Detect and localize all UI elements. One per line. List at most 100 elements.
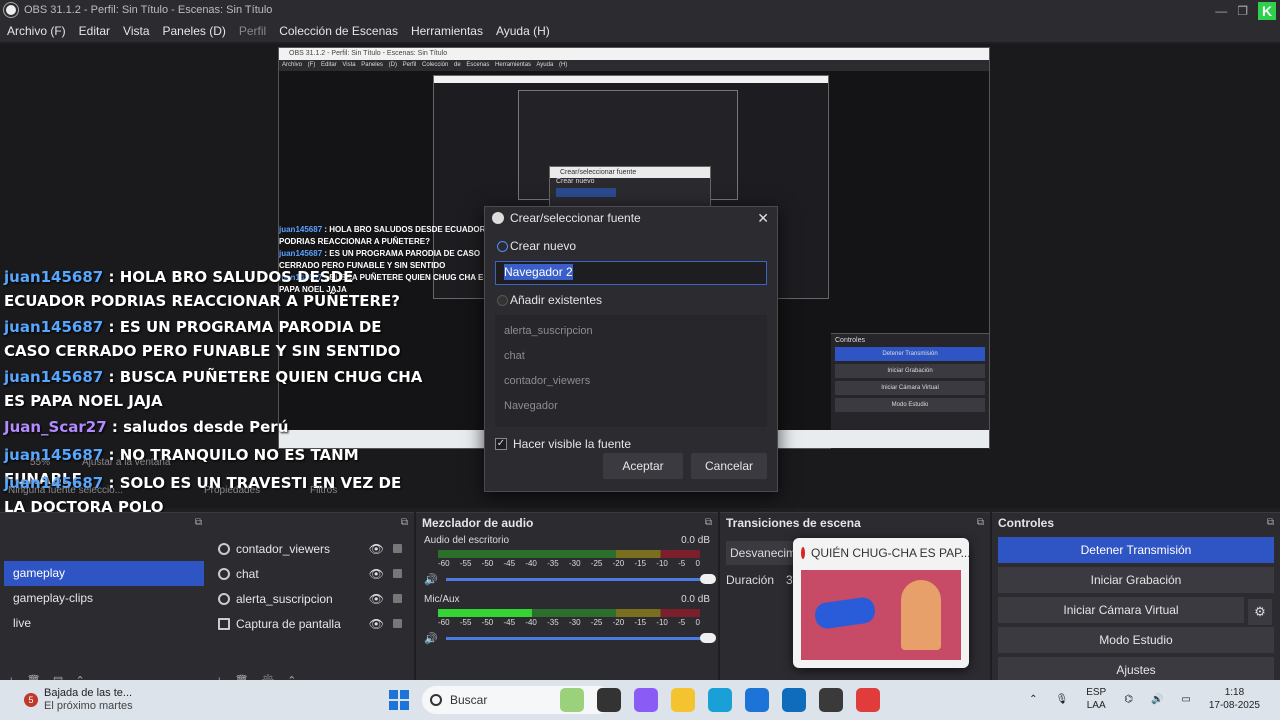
start-virtual-camera-button[interactable]: Iniciar Cámara Virtual <box>998 597 1244 623</box>
news-widget[interactable]: 5 Bajada de las te... El próximo martes <box>24 687 224 713</box>
source-name-input[interactable]: Navegador 2 <box>495 261 767 285</box>
add-existing-label: Añadir existentes <box>510 293 603 307</box>
fit-window[interactable]: Ajustar a la ventana <box>82 457 170 468</box>
dock-undock-icon[interactable]: ⧉ <box>401 513 408 533</box>
scene-item-gameplay-clips[interactable]: gameplay-clips <box>4 586 204 611</box>
volume-slider[interactable] <box>446 633 716 643</box>
visibility-icon[interactable]: 👁 <box>369 542 384 556</box>
source-item[interactable]: chat 👁 <box>208 561 414 586</box>
dock-undock-icon[interactable]: ⧉ <box>705 513 712 533</box>
dock-undock-icon[interactable]: ⧉ <box>1267 513 1274 533</box>
zoom-level[interactable]: 55% <box>30 457 50 468</box>
duration-value[interactable]: 3 <box>786 573 793 587</box>
create-new-option[interactable]: Crear nuevo <box>497 239 777 253</box>
dialog-title: Crear/seleccionar fuente <box>510 211 641 225</box>
source-item[interactable]: alerta_suscripcion 👁 <box>208 586 414 611</box>
news-subtitle: El próximo martes <box>44 700 133 712</box>
lock-icon[interactable] <box>393 619 402 628</box>
menu-coleccion-escenas[interactable]: Colección de Escenas <box>279 24 398 38</box>
make-visible-checkbox[interactable]: ✓ <box>495 438 507 450</box>
add-existing-radio[interactable] <box>497 294 508 306</box>
volume-slider[interactable] <box>446 574 716 584</box>
menu-paneles[interactable]: Paneles (D) <box>163 24 226 38</box>
channel-name: Audio del escritorio <box>424 535 510 546</box>
minimize-icon[interactable]: — <box>1215 4 1227 18</box>
existing-source-item[interactable]: Navegador <box>495 394 767 419</box>
close-icon[interactable]: ✕ <box>757 210 769 227</box>
channel-db: 0.0 dB <box>681 594 710 605</box>
existing-source-item[interactable]: alerta_suscripcion <box>495 319 767 344</box>
menu-perfil[interactable]: Perfil <box>239 24 266 38</box>
visibility-icon[interactable]: 👁 <box>369 567 384 581</box>
display-capture-icon <box>218 617 230 630</box>
filters-button[interactable]: Filtros <box>310 485 337 496</box>
visibility-icon[interactable]: 👁 <box>369 592 384 606</box>
obs-logo-icon <box>4 3 18 17</box>
copilot-icon[interactable] <box>634 688 658 712</box>
meter-ticks: -60 -55 -50 -45 -40 -35 -30 -25 -20 -15 -10 -5 0 <box>438 618 700 627</box>
volume-slider-handle[interactable] <box>700 633 716 643</box>
meter-ticks: -60 -55 -50 -45 -40 -35 -30 -25 -20 -15 -10 -5 0 <box>438 559 700 568</box>
stop-streaming-button[interactable]: Detener Transmisión <box>998 537 1274 563</box>
battery-icon[interactable]: ▭ <box>1181 694 1190 705</box>
gear-icon[interactable]: ⚙ <box>1248 599 1272 625</box>
window-titlebar: OBS 31.1.2 - Perfil: Sin Título - Escena… <box>0 0 1280 20</box>
create-new-radio[interactable] <box>497 240 508 252</box>
speaker-icon[interactable]: 🔊 <box>424 632 438 645</box>
menu-archivo[interactable]: Archivo (F) <box>7 24 66 38</box>
menu-herramientas[interactable]: Herramientas <box>411 24 483 38</box>
lock-icon[interactable] <box>393 544 402 553</box>
properties-button[interactable]: Propiedades <box>204 485 260 496</box>
outlook-icon[interactable] <box>782 688 806 712</box>
speaker-icon[interactable]: 🔊 <box>424 573 438 586</box>
edge-icon[interactable] <box>708 688 732 712</box>
browser-source-icon <box>218 592 230 605</box>
language-indicator[interactable]: ESP LAA <box>1086 686 1106 712</box>
opera-taskbar-icon[interactable] <box>856 688 880 712</box>
news-badge-icon: 5 <box>24 693 38 707</box>
scene-item-live[interactable]: live <box>4 611 204 636</box>
network-icon[interactable]: ⌬ <box>1124 694 1133 705</box>
dock-undock-icon[interactable]: ⧉ <box>977 513 984 533</box>
windows-start-icon[interactable] <box>389 690 409 710</box>
scene-item-gameplay[interactable]: gameplay <box>4 561 204 586</box>
kick-app-icon[interactable]: K <box>1258 2 1276 20</box>
lock-icon[interactable] <box>393 569 402 578</box>
visibility-icon[interactable]: 👁 <box>369 617 384 631</box>
accept-button[interactable]: Aceptar <box>603 453 683 479</box>
menu-vista[interactable]: Vista <box>123 24 149 38</box>
transition-type-select[interactable]: Desvanecimiento <box>726 541 796 565</box>
source-item[interactable]: contador_viewers 👁 <box>208 536 414 561</box>
mixer-channel: Audio del escritorio 0.0 dB -60 -55 -50 -45-… <box>416 533 718 588</box>
menu-ayuda[interactable]: Ayuda (H) <box>496 24 550 38</box>
source-item[interactable]: Captura de pantalla 👁 <box>208 611 414 636</box>
file-explorer-icon[interactable] <box>671 688 695 712</box>
make-visible-row[interactable]: ✓ Hacer visible la fuente <box>495 437 777 451</box>
widget-app-icon[interactable] <box>560 688 584 712</box>
existing-sources-list[interactable]: alerta_suscripcion chat contador_viewers… <box>495 315 767 427</box>
no-source-selected: Ninguna fuente seleccio... <box>8 485 124 496</box>
volume-icon[interactable]: 🔊 <box>1151 694 1163 705</box>
maximize-icon[interactable]: ❐ <box>1237 4 1248 18</box>
clock[interactable]: 1:18 17-08-2025 <box>1209 686 1260 712</box>
popup-header: QUIÉN CHUG-CHA ES PAP... <box>793 538 969 568</box>
add-existing-option[interactable]: Añadir existentes <box>497 293 777 307</box>
cancel-button[interactable]: Cancelar <box>691 453 767 479</box>
news-title: Bajada de las te... <box>44 687 133 699</box>
chat-message: juan145687 : HOLA BRO SALUDOS DESDE ECUA… <box>4 268 400 310</box>
obs-taskbar-icon[interactable] <box>819 688 843 712</box>
browser-thumbnail-popup[interactable]: QUIÉN CHUG-CHA ES PAP... <box>793 538 969 668</box>
menu-editar[interactable]: Editar <box>79 24 110 38</box>
store-icon[interactable] <box>745 688 769 712</box>
terminal-icon[interactable] <box>597 688 621 712</box>
microphone-icon[interactable]: 🎙 <box>1055 694 1068 705</box>
menu-bar: Archivo (F) Editar Vista Paneles (D) Per… <box>0 20 1280 42</box>
existing-source-item[interactable]: contador_viewers <box>495 369 767 394</box>
start-recording-button[interactable]: Iniciar Grabación <box>998 567 1274 593</box>
chevron-up-icon[interactable]: ⌃ <box>1029 694 1037 705</box>
existing-source-item[interactable]: chat <box>495 344 767 369</box>
studio-mode-button[interactable]: Modo Estudio <box>998 627 1274 653</box>
dock-undock-icon[interactable]: ⧉ <box>195 513 202 533</box>
volume-slider-handle[interactable] <box>700 574 716 584</box>
lock-icon[interactable] <box>393 594 402 603</box>
